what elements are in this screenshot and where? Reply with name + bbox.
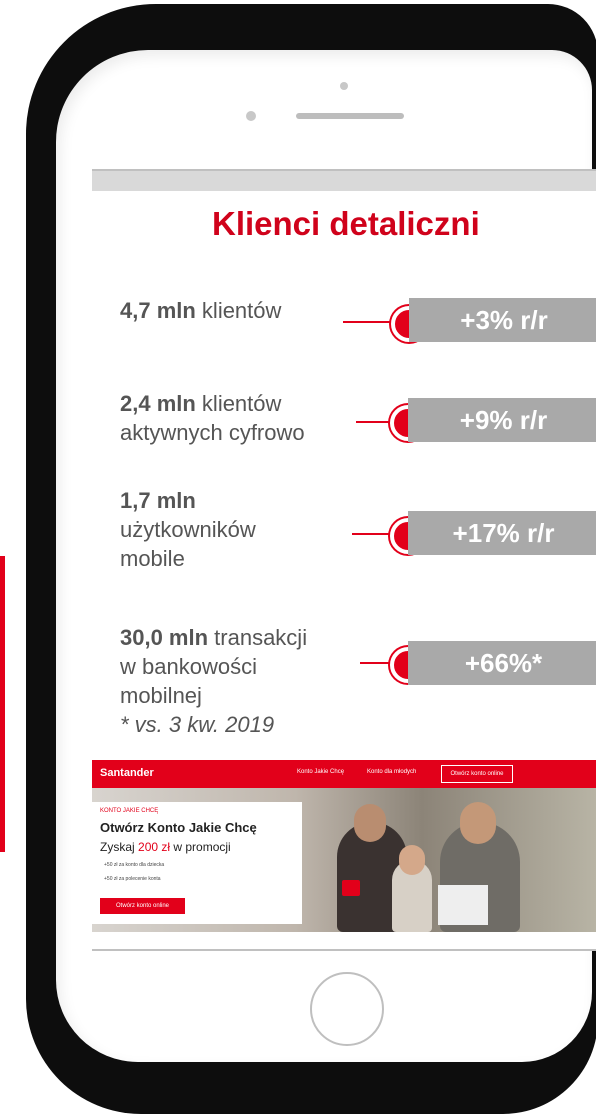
stat-clients: 4,7 mln klientów bbox=[120, 296, 281, 325]
promo-eyebrow: KONTO JAKIE CHCĘ bbox=[100, 808, 159, 814]
connector-line bbox=[343, 321, 391, 323]
red-cup-icon bbox=[342, 880, 360, 896]
promo-subline: Zyskaj 200 zł w promocji bbox=[100, 840, 231, 854]
promo-amount: 200 zł bbox=[138, 840, 171, 854]
screen-status-bar bbox=[92, 171, 596, 191]
stat-badge: +17% r/r bbox=[408, 511, 596, 555]
speaker-grille bbox=[296, 113, 404, 119]
banner-nav-item[interactable]: Konto Jakie Chcę bbox=[297, 769, 344, 775]
connector-line bbox=[356, 421, 390, 423]
stat-label: aktywnych cyfrowo bbox=[120, 420, 305, 445]
santander-logo: Santander bbox=[100, 767, 154, 779]
stat-label: w bankowości bbox=[120, 654, 257, 679]
red-side-strip bbox=[0, 556, 5, 852]
stat-label: klientów bbox=[195, 298, 282, 323]
stat-label: klientów bbox=[195, 391, 282, 416]
promo-sub-prefix: Zyskaj bbox=[100, 840, 139, 854]
slide-title: Klienci detaliczni bbox=[212, 205, 480, 242]
award-badge bbox=[438, 885, 488, 925]
photo-child-face bbox=[399, 845, 425, 875]
home-button[interactable] bbox=[310, 972, 384, 1046]
stat-value: 1,7 mln bbox=[120, 488, 196, 513]
santander-web-banner: Santander Konto Jakie Chcę Konto dla mło… bbox=[92, 760, 596, 932]
stat-value: 30,0 mln bbox=[120, 625, 209, 650]
stat-badge: +9% r/r bbox=[408, 398, 596, 442]
stat-badge: +66%* bbox=[408, 641, 596, 685]
stat-mobile-users: 1,7 mln użytkowników mobile bbox=[120, 486, 256, 573]
stat-label: transakcji bbox=[208, 625, 308, 650]
banner-open-account-button[interactable]: Otwórz konto online bbox=[441, 765, 513, 783]
connector-line bbox=[360, 662, 390, 664]
promo-cta-button[interactable]: Otwórz konto online bbox=[100, 898, 185, 914]
connector-line bbox=[352, 533, 390, 535]
sensor-icon bbox=[246, 111, 256, 121]
stat-badge: +3% r/r bbox=[409, 298, 596, 342]
promo-sub-suffix: w promocji bbox=[170, 840, 231, 854]
promo-list-item: +50 zł za konto dla dziecka bbox=[104, 862, 165, 868]
photo-person-face bbox=[460, 802, 496, 844]
stat-label: użytkowników bbox=[120, 517, 256, 542]
stat-value: 2,4 mln bbox=[120, 391, 196, 416]
stat-label: mobilnej bbox=[120, 683, 202, 708]
stat-value: 4,7 mln bbox=[120, 298, 196, 323]
stat-footnote: * vs. 3 kw. 2019 bbox=[120, 712, 275, 737]
photo-person-face bbox=[354, 804, 386, 842]
stat-mobile-transactions: 30,0 mln transakcji w bankowości mobilne… bbox=[120, 623, 307, 739]
front-camera-icon bbox=[340, 82, 348, 90]
stat-digital-clients: 2,4 mln klientów aktywnych cyfrowo bbox=[120, 389, 305, 447]
phone-screen: Klienci detaliczni 4,7 mln klientów +3% … bbox=[92, 169, 596, 951]
banner-nav-item[interactable]: Konto dla młodych bbox=[367, 769, 416, 775]
promo-headline: Otwórz Konto Jakie Chcę bbox=[100, 820, 257, 835]
banner-nav-bar: Santander Konto Jakie Chcę Konto dla mło… bbox=[92, 760, 596, 788]
promo-list-item: +50 zł za polecenie konta bbox=[104, 876, 161, 882]
banner-promo-card: KONTO JAKIE CHCĘ Otwórz Konto Jakie Chcę… bbox=[92, 802, 302, 924]
stat-label: mobile bbox=[120, 546, 185, 571]
